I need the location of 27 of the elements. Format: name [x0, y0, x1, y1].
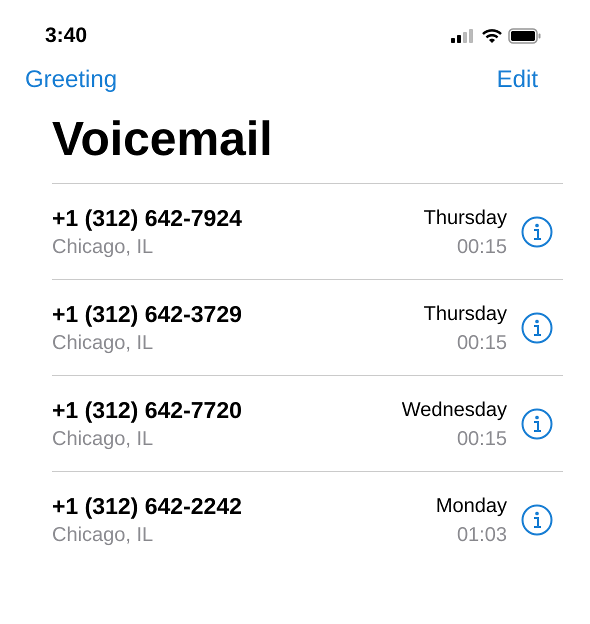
- greeting-link[interactable]: Greeting: [25, 62, 118, 98]
- info-icon[interactable]: [521, 312, 553, 344]
- phone-number: +1 (312) 642-3729: [52, 300, 243, 328]
- edit-link[interactable]: Edit: [496, 62, 538, 98]
- location: Chicago, IL: [52, 330, 154, 356]
- battery-icon: [508, 28, 542, 44]
- status-time: 3:40: [45, 23, 88, 50]
- info-icon[interactable]: [521, 408, 553, 440]
- wifi-icon: [482, 28, 502, 44]
- phone-number: +1 (312) 642-7924: [52, 204, 243, 232]
- location: Chicago, IL: [52, 426, 154, 452]
- info-icon[interactable]: [521, 216, 553, 248]
- message-day: Thursday: [424, 202, 507, 232]
- message-day: Thursday: [424, 298, 507, 328]
- phone-number: +1 (312) 642-2242: [52, 492, 243, 521]
- message-duration: 00:15: [456, 426, 507, 452]
- page-title: Voicemail: [51, 116, 274, 164]
- message-day: Wednesday: [402, 394, 507, 424]
- message-day: Monday: [436, 491, 507, 521]
- info-icon[interactable]: [521, 504, 553, 536]
- message-duration: 00:15: [456, 330, 507, 356]
- signal-icon: [451, 29, 476, 43]
- message-duration: 00:15: [456, 234, 507, 260]
- phone-number: +1 (312) 642-7720: [52, 396, 243, 424]
- message-duration: 01:03: [456, 523, 507, 548]
- location: Chicago, IL: [52, 234, 154, 260]
- location: Chicago, IL: [52, 523, 154, 548]
